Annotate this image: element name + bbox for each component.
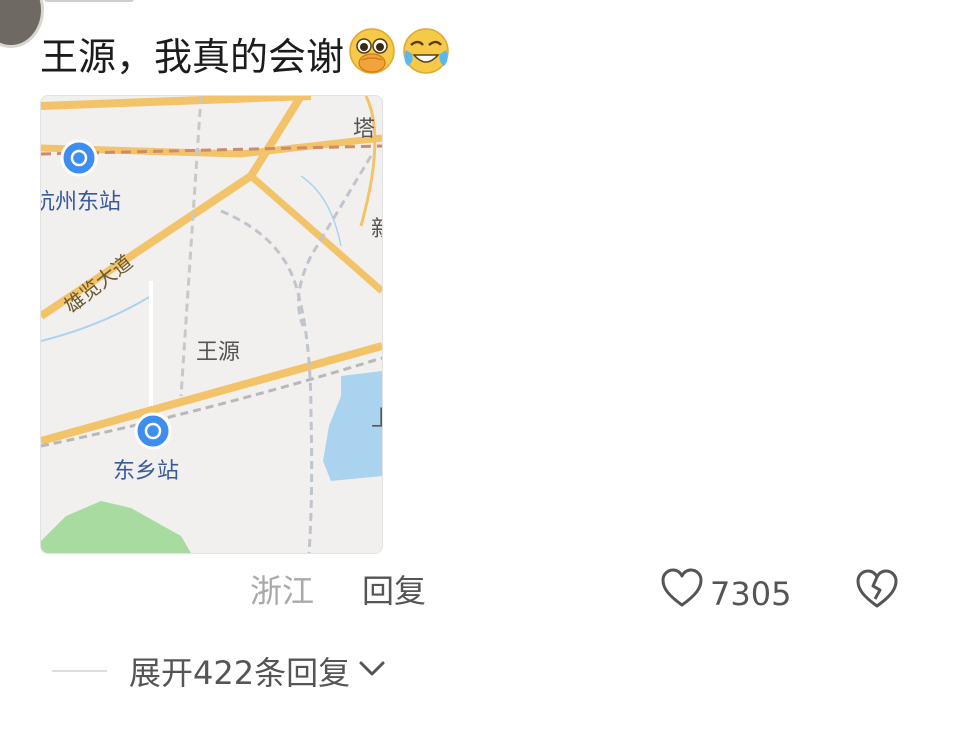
map-label-edge-top: 塔 [353, 116, 375, 141]
location-label: 浙江 [250, 572, 315, 610]
map-label-edge-lake: 上 [371, 406, 382, 431]
heart-icon [660, 568, 704, 620]
map-label-station-top: 杭州东站 [41, 189, 121, 214]
comment-text: 王源，我真的会谢 [40, 26, 452, 87]
pleading-crying-face-emoji [346, 26, 398, 87]
broken-heart-icon [855, 569, 899, 618]
expand-replies-label: 展开422条回复 [129, 654, 351, 692]
expand-replies[interactable]: 展开422条回复 [52, 648, 386, 694]
map-image[interactable]: 杭州东站 雄览大道 王源 东乡站 塔 新 上 [40, 95, 383, 554]
avatar[interactable] [0, 0, 44, 48]
like-count: 7305 [710, 575, 792, 613]
station-icon-bottom [134, 412, 172, 450]
map-label-edge-right: 新 [371, 216, 382, 241]
chevron-down-icon [358, 659, 386, 683]
station-icon-top [60, 139, 98, 177]
crying-laughing-face-emoji [400, 26, 452, 87]
reply-button[interactable]: 回复 [362, 568, 426, 614]
map-label-station-bottom: 东乡站 [113, 458, 179, 483]
map-label-area: 王源 [196, 339, 240, 364]
username-partial[interactable] [44, 0, 134, 2]
like-button[interactable]: 7305 [660, 568, 791, 620]
comment-body: 王源，我真的会谢 [40, 35, 345, 79]
dislike-button[interactable] [855, 568, 899, 622]
divider-line [52, 670, 107, 672]
